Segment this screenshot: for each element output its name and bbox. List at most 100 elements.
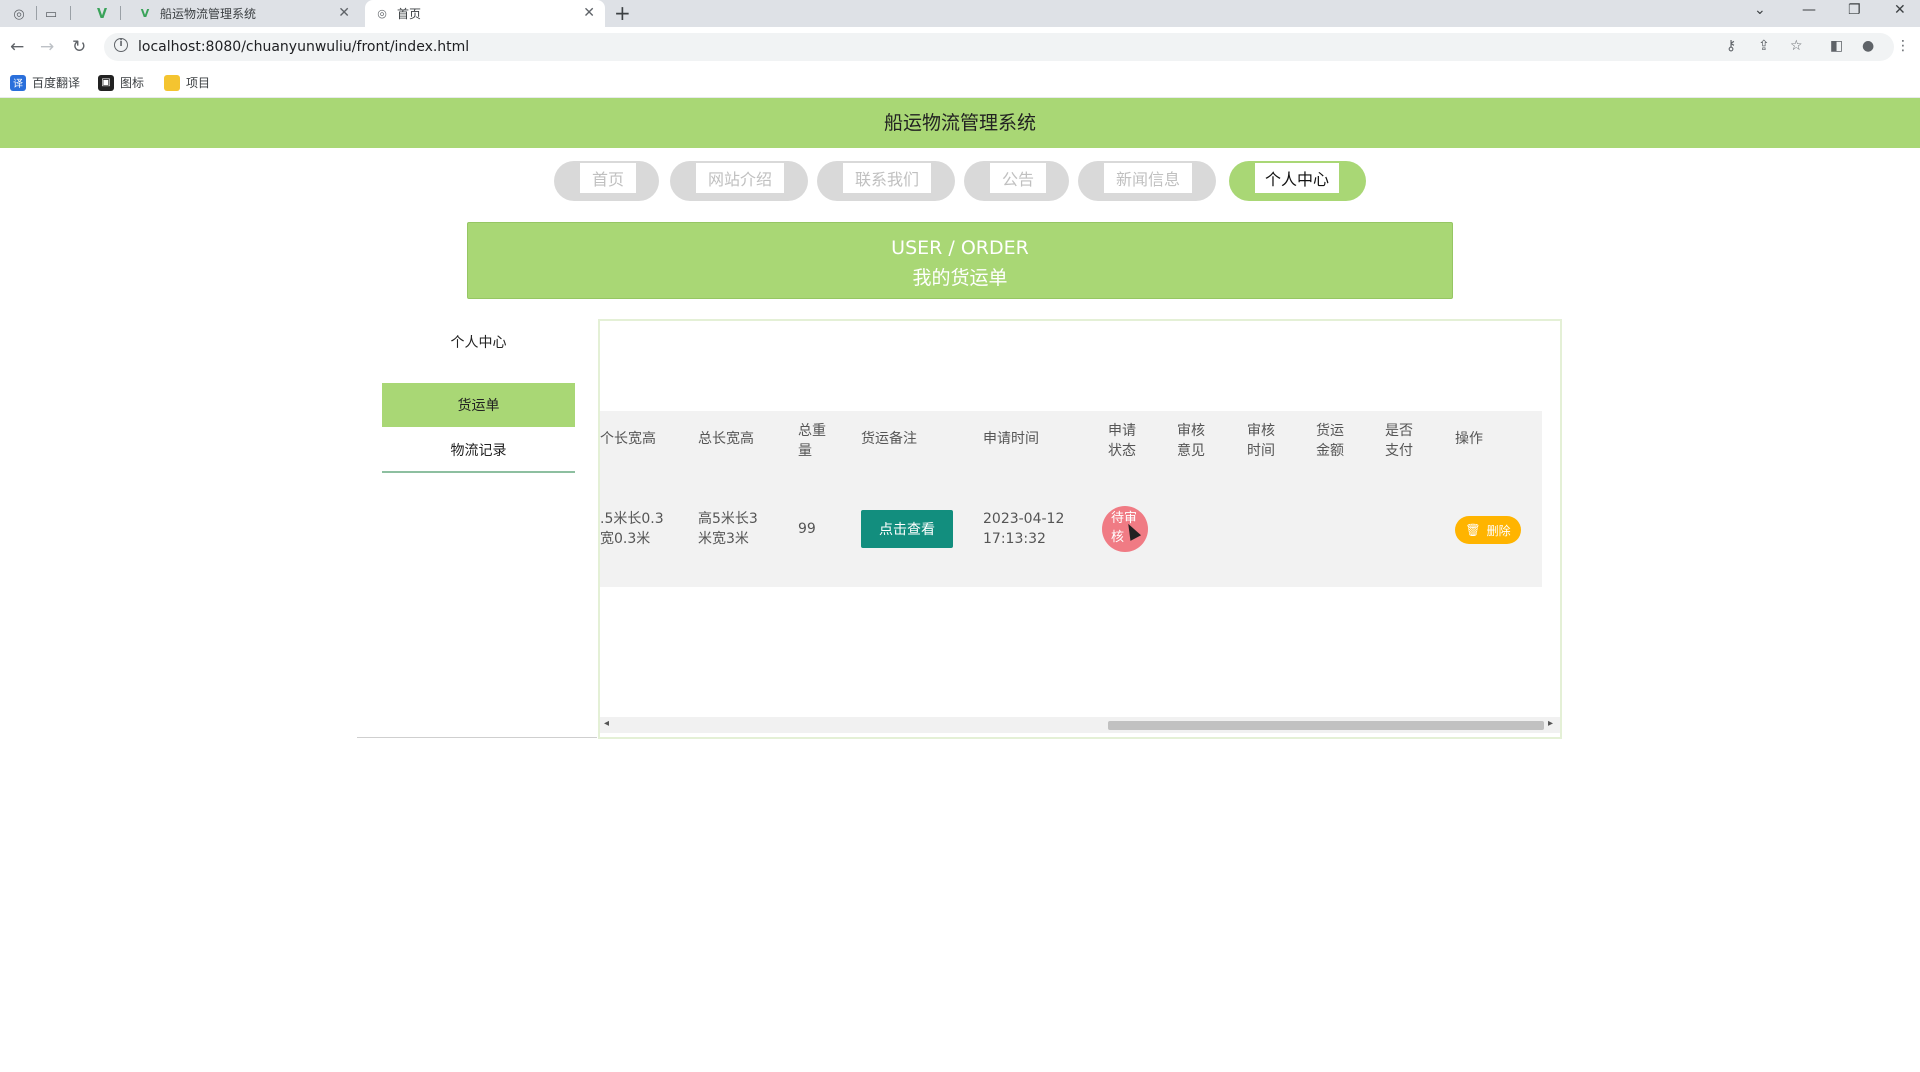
share-icon[interactable]: ⇪ <box>1758 38 1770 54</box>
nav-about[interactable]: 网站介绍 <box>670 161 808 201</box>
view-remark-button[interactable]: 点击查看 <box>861 510 953 548</box>
tab-home[interactable]: ◎ 首页 ✕ <box>365 0 605 27</box>
sidebar-divider <box>382 471 575 473</box>
reload-icon[interactable]: ↻ <box>72 37 86 57</box>
address-field[interactable]: i localhost:8080/chuanyunwuliu/front/ind… <box>104 33 1894 61</box>
globe-icon: ◎ <box>377 7 387 20</box>
new-tab-button[interactable]: + <box>614 1 631 25</box>
bookmark-project[interactable]: 项目 <box>164 74 210 91</box>
column-header-total-size: 总长宽高 <box>698 431 754 447</box>
nav-news[interactable]: 新闻信息 <box>1078 161 1216 201</box>
cell-line: 宽0.3米 <box>600 531 651 547</box>
scroll-left-arrow-icon[interactable]: ◂ <box>604 718 609 729</box>
column-header-remark: 货运备注 <box>861 431 917 447</box>
delete-button[interactable]: 🗑 删除 <box>1455 516 1521 544</box>
star-icon[interactable]: ☆ <box>1790 38 1803 54</box>
header-line: 时间 <box>1247 443 1275 459</box>
restore-icon[interactable]: ❐ <box>1848 2 1861 18</box>
cell-line: 17:13:32 <box>983 531 1046 547</box>
tab-logistics-system[interactable]: V 船运物流管理系统 ✕ <box>128 0 360 27</box>
site-header: 船运物流管理系统 <box>0 98 1920 148</box>
key-icon[interactable]: ⚷ <box>1726 38 1736 54</box>
tab-separator <box>36 6 37 20</box>
column-header-paid: 是否 支付 <box>1385 421 1413 461</box>
tab-title: 首页 <box>397 7 422 21</box>
cell-line: 米宽3米 <box>698 531 749 547</box>
side-panel-icon[interactable]: ◧ <box>1830 38 1843 54</box>
nav-label: 联系我们 <box>843 163 931 193</box>
nav-user-center[interactable]: 个人中心 <box>1229 161 1366 201</box>
image-icon: ▣ <box>98 74 114 91</box>
column-header-review-time: 审核 时间 <box>1247 421 1275 461</box>
trash-icon: 🗑 <box>1465 523 1481 537</box>
blank-page-icon[interactable]: ▭ <box>41 4 61 24</box>
tab-search-chevron-icon[interactable]: ⌄ <box>1754 2 1766 18</box>
site-title: 船运物流管理系统 <box>883 112 1036 134</box>
header-line: 货运 <box>1316 423 1344 439</box>
globe-icon[interactable]: ◎ <box>9 4 29 24</box>
header-line: 审核 <box>1177 423 1205 439</box>
close-icon[interactable]: ✕ <box>583 5 595 21</box>
profile-avatar-icon[interactable]: ● <box>1862 38 1874 54</box>
browser-tab-strip: ◎ ▭ V V 船运物流管理系统 ✕ ◎ 首页 ✕ + ⌄ — ❐ ✕ <box>0 0 1920 27</box>
sidebar-item-user-center[interactable]: 个人中心 <box>382 320 575 364</box>
tab-title: 船运物流管理系统 <box>160 7 257 21</box>
menu-kebab-icon[interactable]: ⋮ <box>1896 38 1910 54</box>
cell-total-size: 高5米长3 米宽3米 <box>698 509 758 549</box>
cell-single-size: .5米长0.3 宽0.3米 <box>600 509 664 549</box>
header-line: 审核 <box>1247 423 1275 439</box>
column-header-actions: 操作 <box>1455 431 1483 447</box>
nav-contact[interactable]: 联系我们 <box>817 161 955 201</box>
bookmarks-bar: 译 百度翻译 ▣ 图标 项目 <box>0 67 1920 98</box>
site-info-icon[interactable]: i <box>114 38 128 52</box>
cell-line: .5米长0.3 <box>600 511 664 527</box>
close-icon[interactable]: ✕ <box>338 5 350 21</box>
page-banner: USER / ORDER 我的货运单 <box>467 222 1453 299</box>
sidebar-item-logistics-records[interactable]: 物流记录 <box>382 428 575 472</box>
user-sidebar: 个人中心 货运单 物流记录 <box>357 320 597 738</box>
column-header-apply-status: 申请 状态 <box>1108 421 1136 461</box>
orders-table: 个长宽高 总长宽高 总重 量 货运备注 申请时间 申请 状态 审核 意见 审核 … <box>600 411 1542 587</box>
translate-icon: 译 <box>10 74 26 91</box>
header-line: 金额 <box>1316 443 1344 459</box>
header-line: 状态 <box>1108 443 1136 459</box>
header-line: 是否 <box>1385 423 1413 439</box>
tab-separator <box>120 6 121 20</box>
folder-icon <box>164 74 180 91</box>
bookmark-baidu-translate[interactable]: 译 百度翻译 <box>10 74 80 91</box>
scroll-right-arrow-icon[interactable]: ▸ <box>1548 718 1553 729</box>
column-header-apply-time: 申请时间 <box>983 431 1039 447</box>
header-line: 申请 <box>1108 423 1136 439</box>
address-toolbar: ← → ↻ i localhost:8080/chuanyunwuliu/fro… <box>0 27 1920 67</box>
back-arrow-icon[interactable]: ← <box>10 37 24 57</box>
cell-line: 2023-04-12 <box>983 511 1065 527</box>
nav-announcement[interactable]: 公告 <box>964 161 1069 201</box>
bookmark-icons[interactable]: ▣ 图标 <box>98 74 144 91</box>
column-header-single-size: 个长宽高 <box>600 431 656 447</box>
nav-label: 新闻信息 <box>1104 163 1192 193</box>
sidebar-item-orders[interactable]: 货运单 <box>382 383 575 427</box>
horizontal-scrollbar[interactable]: ◂ ▸ <box>600 717 1560 733</box>
bookmark-label: 百度翻译 <box>32 76 81 90</box>
nav-label: 首页 <box>580 163 636 193</box>
cell-line: 高5米长3 <box>698 511 758 527</box>
vue-logo-icon[interactable]: V <box>92 4 112 24</box>
nav-home[interactable]: 首页 <box>554 161 659 201</box>
scrollbar-thumb[interactable] <box>1108 721 1544 730</box>
minimize-icon[interactable]: — <box>1802 2 1816 18</box>
nav-label: 个人中心 <box>1255 163 1339 193</box>
close-window-icon[interactable]: ✕ <box>1894 2 1906 18</box>
column-header-review-opinion: 审核 意见 <box>1177 421 1205 461</box>
bookmark-label: 图标 <box>120 76 145 90</box>
header-line: 量 <box>798 443 812 459</box>
orders-panel: 个长宽高 总长宽高 总重 量 货运备注 申请时间 申请 状态 审核 意见 审核 … <box>598 319 1562 739</box>
tab-separator <box>70 6 71 20</box>
bookmark-label: 项目 <box>186 76 211 90</box>
column-header-freight-amount: 货运 金额 <box>1316 421 1344 461</box>
forward-arrow-icon[interactable]: → <box>40 37 54 57</box>
cell-total-weight: 99 <box>798 521 816 537</box>
header-line: 支付 <box>1385 443 1413 459</box>
header-line: 总重 <box>798 423 826 439</box>
banner-chinese-title: 我的货运单 <box>912 267 1008 289</box>
nav-label: 公告 <box>990 163 1046 193</box>
